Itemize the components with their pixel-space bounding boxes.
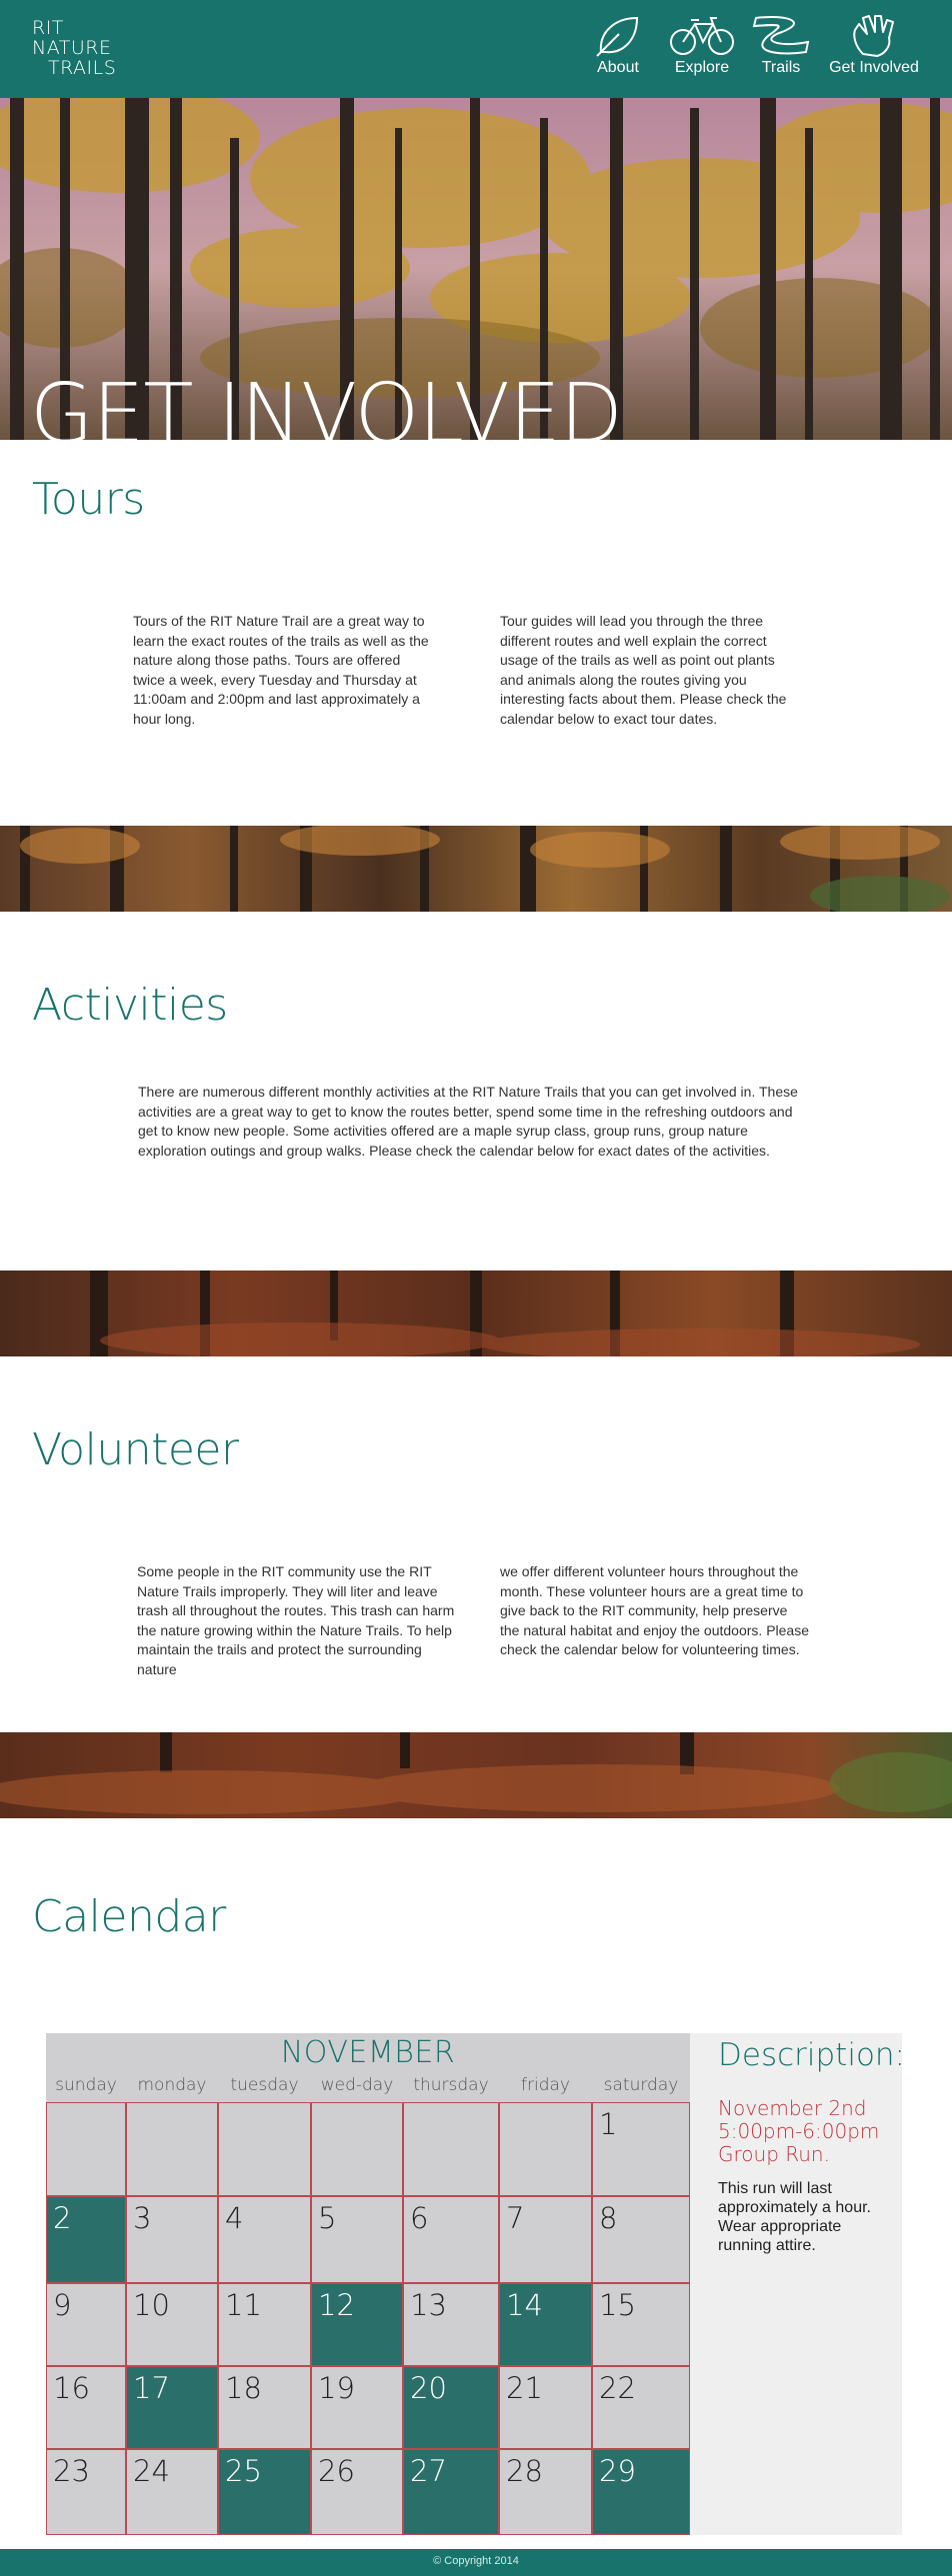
nav-trails[interactable]: Trails: [748, 12, 814, 77]
forest-band-2: [0, 1271, 952, 1356]
forest-band-1: [0, 826, 952, 912]
weekday-label: friday: [521, 2075, 570, 2095]
calendar-day-cell[interactable]: 25: [218, 2449, 311, 2535]
calendar-day-cell[interactable]: 20: [403, 2366, 499, 2449]
calendar-day-cell[interactable]: 10: [126, 2283, 218, 2366]
calendar-empty-cell: [499, 2102, 592, 2196]
copyright-text: © Copyright 2014: [433, 2555, 519, 2567]
hero-forest-image: GET INVOLVED: [0, 98, 952, 440]
calendar-day-cell[interactable]: 23: [46, 2449, 126, 2535]
forest-band-1-trees: [20, 826, 950, 912]
calendar-grid: NOVEMBER sunday monday tuesday wed-day thurs…: [46, 2033, 690, 2535]
nav-explore-label: Explore: [674, 59, 730, 76]
leaf-icon: [596, 16, 639, 57]
calendar-day-cell[interactable]: 14: [499, 2283, 592, 2366]
calendar-day-cell[interactable]: 26: [311, 2449, 403, 2535]
calendar-day-cell[interactable]: 6: [403, 2196, 499, 2283]
calendar-empty-cell: [311, 2102, 403, 2196]
calendar-day-cell[interactable]: 16: [46, 2366, 126, 2449]
volunteer-title: Volunteer: [32, 1424, 239, 1475]
calendar-day-cell[interactable]: 18: [218, 2366, 311, 2449]
weekday-label: wed-day: [320, 2075, 394, 2095]
calendar-empty-cell: [218, 2102, 311, 2196]
nav-about-label: About: [597, 59, 639, 76]
calendar-day-cell[interactable]: 12: [311, 2283, 403, 2366]
forest-band-3: [0, 1732, 952, 1818]
description-title: Description:: [718, 2037, 905, 2073]
calendar-day-cell[interactable]: 13: [403, 2283, 499, 2366]
nav-explore[interactable]: Explore: [666, 12, 738, 77]
weekday-label: thursday: [413, 2075, 489, 2095]
description-panel: Description: November 2nd 5:00pm-6:00pm …: [690, 2033, 905, 2535]
calendar-day-cell[interactable]: 15: [592, 2283, 690, 2366]
calendar-day-cell[interactable]: 17: [126, 2366, 218, 2449]
logo-line-2: NATURE: [32, 37, 112, 59]
calendar-day-cell[interactable]: 5: [311, 2196, 403, 2283]
nav-get-involved-label: Get Involved: [829, 59, 919, 76]
calendar-day-cell[interactable]: 29: [592, 2449, 690, 2535]
nav-about[interactable]: About: [589, 12, 647, 77]
logo-line-3: TRAILS: [48, 57, 117, 79]
calendar-day-cell[interactable]: 11: [218, 2283, 311, 2366]
calendar-day-cell[interactable]: 4: [218, 2196, 311, 2283]
forest-band-3-trees: [0, 1732, 952, 1814]
description-event: November 2nd 5:00pm-6:00pm Group Run.: [718, 2096, 880, 2166]
activities-title: Activities: [32, 980, 228, 1031]
nav-trails-label: Trails: [761, 59, 801, 76]
tours-title: Tours: [32, 474, 145, 525]
volunteer-paragraph-2: we offer different volunteer hours throu…: [500, 1563, 809, 1657]
calendar-day-cell[interactable]: 24: [126, 2449, 218, 2535]
calendar-day-cell[interactable]: 27: [403, 2449, 499, 2535]
weekday-label: sunday: [55, 2075, 117, 2095]
calendar-day-cell[interactable]: 8: [592, 2196, 690, 2283]
hand-icon: [853, 15, 894, 57]
logo-line-1: RIT: [32, 17, 64, 39]
activities-paragraph: There are numerous different monthly act…: [138, 1084, 798, 1159]
calendar-title: Calendar: [32, 1891, 226, 1942]
calendar-month: NOVEMBER: [280, 2035, 456, 2070]
tours-paragraph-1: Tours of the RIT Nature Trail are a grea…: [133, 613, 429, 727]
weekday-label: tuesday: [230, 2075, 299, 2095]
site-logo[interactable]: RIT NATURE TRAILS: [32, 18, 116, 78]
calendar-empty-cell: [403, 2102, 499, 2196]
nav-get-involved[interactable]: Get Involved: [826, 12, 922, 77]
weekday-label: monday: [137, 2075, 207, 2095]
site-header: RIT NATURE TRAILS About Explore Trails G…: [0, 0, 952, 98]
calendar-day-cell[interactable]: 2: [46, 2196, 126, 2283]
calendar-day-cell[interactable]: 9: [46, 2283, 126, 2366]
hero-title: GET INVOLVED: [30, 370, 622, 440]
calendar-day-cell[interactable]: 3: [126, 2196, 218, 2283]
calendar-day-cell[interactable]: 28: [499, 2449, 592, 2535]
forest-band-2-trees: [90, 1271, 920, 1356]
calendar-day-cell[interactable]: 22: [592, 2366, 690, 2449]
tours-paragraph-2: Tour guides will lead you through the th…: [500, 613, 787, 727]
calendar-empty-cell: [126, 2102, 218, 2196]
calendar-day-cell[interactable]: 7: [499, 2196, 592, 2283]
calendar-day-cell[interactable]: 1: [592, 2102, 690, 2196]
site-footer: © Copyright 2014: [0, 2549, 952, 2576]
description-body: This run will last approximately a hour.…: [718, 2180, 871, 2254]
calendar-day-cell[interactable]: 19: [311, 2366, 403, 2449]
volunteer-paragraph-1: Some people in the RIT community use the…: [137, 1563, 455, 1677]
bicycle-icon: [670, 17, 734, 55]
calendar-day-cell[interactable]: 21: [499, 2366, 592, 2449]
calendar-empty-cell: [46, 2102, 126, 2196]
trail-icon: [752, 15, 810, 55]
weekday-label: saturday: [603, 2075, 679, 2095]
